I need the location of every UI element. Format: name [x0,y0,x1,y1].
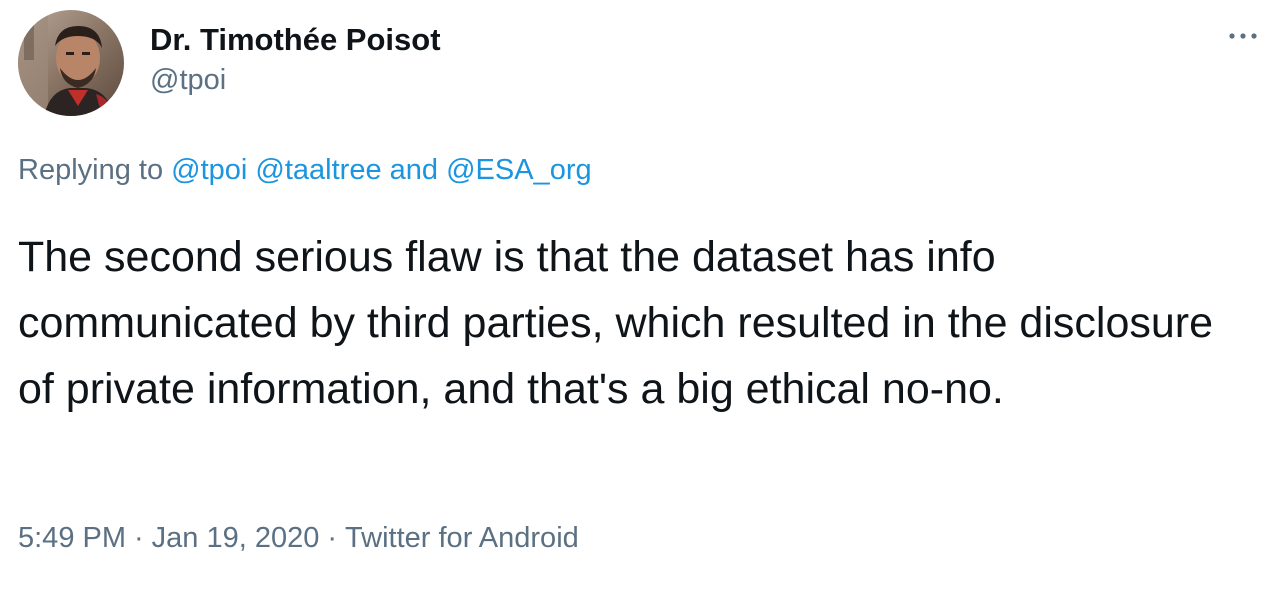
meta-separator: · [134,522,144,554]
tweet-metadata: 5:49 PM · Jan 19, 2020 · Twitter for Android [18,522,579,555]
author-display-name[interactable]: Dr. Timothée Poisot [150,22,441,58]
mention-link-taaltree[interactable]: @taaltree [255,154,381,186]
tweet-time[interactable]: 5:49 PM [18,522,126,554]
mention-link-tpoi[interactable]: @tpoi [171,154,247,186]
reply-context: Replying to @tpoi @taaltree and @ESA_org [18,154,592,187]
tweet-text: The second serious flaw is that the data… [18,233,1214,413]
meta-separator: · [327,522,338,554]
profile-photo-icon [18,10,124,116]
tweet-date[interactable]: Jan 19, 2020 [152,522,320,554]
author-handle[interactable]: @tpoi [150,64,226,97]
tweet-card: Dr. Timothée Poisot @tpoi Replying to @t… [0,0,1286,590]
more-horizontal-icon [1229,33,1257,39]
mention-link-esa-org[interactable]: @ESA_org [446,154,592,186]
tweet-source[interactable]: Twitter for Android [345,522,579,554]
reply-conjunction: and [381,154,447,186]
author-avatar[interactable] [18,10,124,116]
reply-prefix: Replying to [18,154,172,186]
more-options-button[interactable] [1226,24,1262,48]
